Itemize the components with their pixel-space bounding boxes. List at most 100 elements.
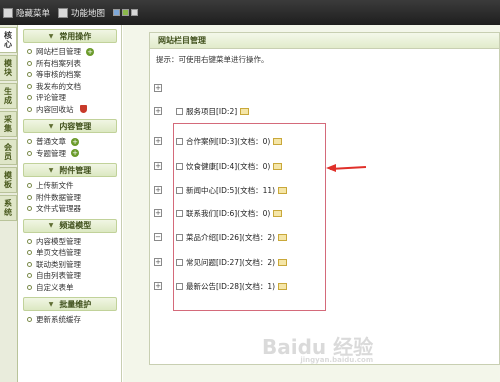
sidebar-item-attachment-data[interactable]: 附件数据管理	[19, 192, 121, 204]
sidebar-item-label: 专题管理	[36, 148, 66, 158]
bullet-icon	[27, 49, 32, 55]
bullet-icon	[27, 139, 32, 145]
sidebar-item-articles[interactable]: 普通文章 +	[19, 136, 121, 148]
chevron-down-icon: ▼	[48, 166, 54, 174]
arrow-head-icon	[326, 164, 336, 172]
sidebar-item-label: 普通文章	[36, 137, 66, 147]
sidebar-item-upload[interactable]: 上传新文件	[19, 180, 121, 192]
bullet-icon	[27, 284, 32, 290]
sidebar-item-topics[interactable]: 专题管理 +	[19, 148, 121, 160]
sidebar-section-attachments[interactable]: ▼ 附件管理	[23, 163, 117, 177]
baidu-watermark: Baidu 经验 jingyan.baidu.com	[262, 331, 373, 364]
sidebar-item-pending-archives[interactable]: 等审核的档案	[19, 69, 121, 81]
bullet-icon	[27, 106, 32, 112]
sidebar-item-all-archives[interactable]: 所有档案列表	[19, 58, 121, 70]
sidebar-section-content[interactable]: ▼ 内容管理	[23, 119, 117, 133]
column-label[interactable]: 服务项目[ID:2]	[186, 106, 237, 117]
hide-menu-label: 隐藏菜单	[16, 8, 51, 19]
expand-icon[interactable]: +	[154, 162, 162, 170]
sidebar-item-label: 文件式管理器	[36, 204, 81, 214]
add-icon[interactable]: +	[71, 149, 79, 158]
sidebar-item-file-manager[interactable]: 文件式管理器	[19, 203, 121, 215]
sidebar-item-label: 自由列表管理	[36, 271, 81, 281]
sidebar-item-free-list[interactable]: 自由列表管理	[19, 270, 121, 282]
sidebar-item-label: 单页文档管理	[36, 248, 81, 258]
sidebar-section-batch[interactable]: ▼ 批量维护	[23, 297, 117, 311]
bullet-icon	[27, 72, 32, 78]
bullet-icon	[27, 261, 32, 267]
edit-icon[interactable]	[240, 107, 250, 115]
sidebar-item-label: 联动类别管理	[36, 259, 81, 269]
expand-icon[interactable]: +	[154, 282, 162, 290]
sidebar-section-title: 常用操作	[59, 31, 92, 41]
annotation-highlight-box	[173, 123, 326, 311]
tab-member[interactable]: 会员	[0, 139, 17, 165]
bullet-icon	[27, 183, 32, 189]
sidebar-item-label: 网站栏目管理	[36, 47, 81, 57]
sidebar-item-label: 更新系统缓存	[36, 315, 81, 325]
menu-icon	[3, 7, 13, 18]
sidebar-item-single-page[interactable]: 单页文档管理	[19, 247, 121, 259]
sidebar-item-label: 自定义表单	[36, 282, 74, 292]
bullet-icon	[27, 273, 32, 279]
sidebar-section-channel-model[interactable]: ▼ 频道模型	[23, 218, 117, 233]
bullet-icon	[27, 83, 32, 89]
tree-row-root: +	[150, 81, 490, 95]
chevron-down-icon: ▼	[48, 222, 54, 229]
add-icon[interactable]: +	[86, 47, 94, 56]
tree-row: + 服务项目[ID:2]	[154, 104, 250, 118]
collapse-icon[interactable]: −	[154, 233, 162, 241]
skin-blue-icon[interactable]	[113, 9, 121, 16]
chevron-down-icon: ▼	[48, 122, 54, 130]
sidebar: ▼ 常用操作 网站栏目管理 + 所有档案列表 等审核的档案 我发布的文档 评论管…	[19, 25, 122, 382]
expand-icon[interactable]: +	[154, 137, 162, 145]
sidebar-section-common[interactable]: ▼ 常用操作	[23, 29, 117, 43]
site-map-button[interactable]: 功能地图	[58, 7, 105, 19]
bullet-icon	[27, 194, 32, 200]
sitemap-icon	[58, 7, 69, 18]
tab-generate[interactable]: 生成	[0, 83, 17, 109]
sidebar-item-linkage[interactable]: 联动类别管理	[19, 259, 121, 271]
sidebar-item-label: 附件数据管理	[36, 192, 81, 202]
tab-core[interactable]: 核心	[0, 27, 17, 53]
bullet-icon	[27, 250, 32, 256]
bullet-icon	[27, 95, 32, 101]
skin-gray-icon[interactable]	[131, 9, 139, 16]
sidebar-section-title: 频道模型	[59, 221, 92, 230]
sidebar-item-label: 所有档案列表	[36, 58, 81, 68]
bullet-icon	[27, 317, 32, 323]
bullet-icon	[27, 238, 32, 244]
skin-green-icon[interactable]	[122, 9, 130, 16]
sidebar-item-my-documents[interactable]: 我发布的文档	[19, 81, 121, 93]
sidebar-item-label: 评论管理	[36, 93, 66, 103]
bullet-icon	[27, 150, 32, 156]
sidebar-item-content-model[interactable]: 内容模型管理	[19, 236, 121, 248]
hide-menu-button[interactable]: 隐藏菜单	[3, 7, 50, 19]
sidebar-item-recycle-bin[interactable]: 内容回收站	[19, 104, 121, 116]
tab-template[interactable]: 模板	[0, 167, 17, 193]
tab-module[interactable]: 模块	[0, 55, 17, 81]
bullet-icon	[27, 60, 32, 66]
sidebar-item-label: 内容回收站	[36, 104, 74, 114]
expand-icon[interactable]: +	[154, 258, 162, 266]
expand-icon[interactable]: +	[154, 209, 162, 217]
tip-text: 提示：可使用右键菜单进行操作。	[156, 54, 269, 64]
row-checkbox[interactable]	[176, 107, 183, 115]
sidebar-item-label: 上传新文件	[36, 181, 74, 191]
expand-icon[interactable]: +	[154, 107, 162, 115]
tab-system[interactable]: 系统	[0, 195, 17, 221]
tab-collect[interactable]: 采集	[0, 111, 17, 137]
sidebar-item-label: 内容模型管理	[36, 236, 81, 246]
sidebar-item-update-cache[interactable]: 更新系统缓存	[19, 314, 121, 326]
sidebar-item-custom-form[interactable]: 自定义表单	[19, 282, 121, 294]
add-icon[interactable]: +	[71, 137, 79, 146]
site-map-label: 功能地图	[71, 8, 106, 19]
bullet-icon	[27, 206, 32, 212]
sidebar-item-comments[interactable]: 评论管理	[19, 92, 121, 104]
sidebar-section-title: 批量维护	[59, 299, 92, 309]
sidebar-section-title: 附件管理	[59, 165, 92, 175]
expand-icon[interactable]: +	[154, 186, 162, 194]
sidebar-item-column-manage[interactable]: 网站栏目管理 +	[19, 46, 121, 58]
vertical-tabs: 核心 模块 生成 采集 会员 模板 系统	[0, 25, 18, 382]
expand-icon[interactable]: +	[154, 84, 162, 92]
